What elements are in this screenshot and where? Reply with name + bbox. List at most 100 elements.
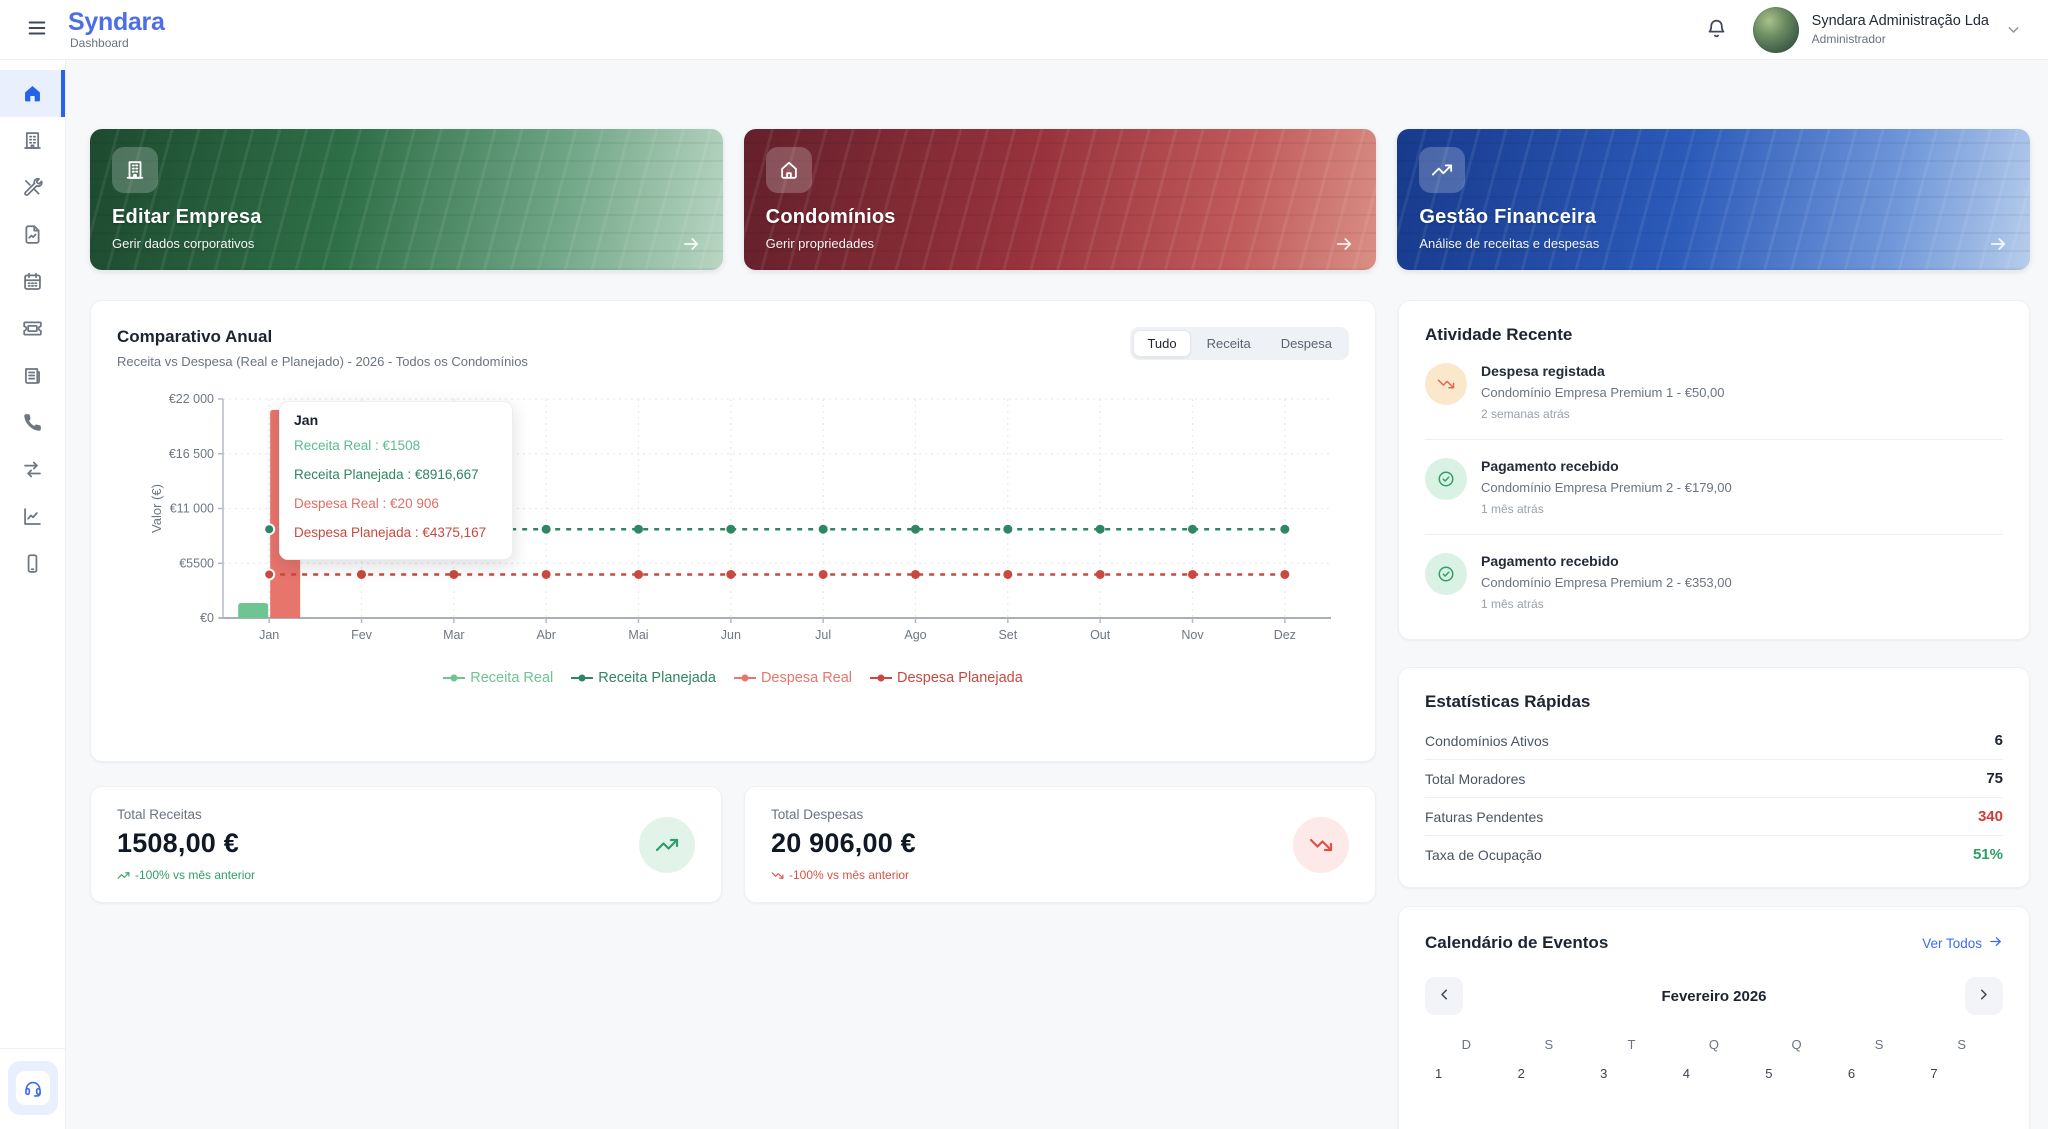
stat-row: Taxa de Ocupação51% [1425,836,2003,873]
chart-tab-despesa[interactable]: Despesa [1267,330,1346,357]
activity-time: 1 mês atrás [1481,597,1732,611]
sidebar-item-contactos[interactable] [0,399,65,446]
events-calendar-card: Calendário de Eventos Ver Todos Fevereir… [1398,906,2030,1129]
total-label: Total Despesas [771,807,916,822]
check-circle-icon [1425,458,1467,500]
sidebar-item-calendario[interactable] [0,258,65,305]
sidebar-footer [0,1048,65,1129]
stat-value: 75 [1986,770,2003,787]
legend-marker-icon [443,673,465,683]
sidebar-item-noticias[interactable] [0,352,65,399]
activity-info: Pagamento recebidoCondomínio Empresa Pre… [1481,553,1732,611]
calendar-title: Calendário de Eventos [1425,933,1608,953]
legend-label: Receita Real [470,670,553,686]
tools-icon [22,177,43,198]
legend-item-despesa-real[interactable]: Despesa Real [734,670,852,686]
calendar-day-6[interactable]: 6 [1838,1060,1921,1129]
legend-label: Despesa Real [761,670,852,686]
svg-text:Jun: Jun [721,628,741,642]
legend-item-receita-planejada[interactable]: Receita Planejada [571,670,716,686]
building-icon [22,130,43,151]
app-title: Syndara [68,9,165,35]
calendar-day-7[interactable]: 7 [1920,1060,2003,1129]
chart-tab-receita[interactable]: Receita [1193,330,1265,357]
calendar-icon [22,271,43,292]
total-change-text: -100% vs mês anterior [135,868,255,882]
main-grid: Comparativo Anual Receita vs Despesa (Re… [90,300,2030,1129]
next-month-button[interactable] [1965,977,2003,1015]
legend-item-despesa-planejada[interactable]: Despesa Planejada [870,670,1023,686]
legend-item-receita-real[interactable]: Receita Real [443,670,553,686]
svg-text:Abr: Abr [536,628,555,642]
hero-card-editar-empresa[interactable]: Editar EmpresaGerir dados corporativos [90,129,723,270]
sidebar-nav [0,70,65,587]
calendar-day-headers: DSTQQSS [1425,1037,2003,1052]
total-value: 20 906,00 € [771,828,916,859]
left-column: Comparativo Anual Receita vs Despesa (Re… [90,300,1376,1129]
view-all-link[interactable]: Ver Todos [1922,934,2003,952]
sidebar-item-manutencao[interactable] [0,164,65,211]
activity-item: Despesa registadaCondomínio Empresa Prem… [1425,345,2003,440]
right-column: Atividade Recente Despesa registadaCondo… [1398,300,2030,1129]
total-info: Total Receitas1508,00 €-100% vs mês ante… [117,807,255,882]
sidebar-item-documentos[interactable] [0,211,65,258]
calendar-header: Calendário de Eventos Ver Todos [1425,933,2003,953]
chart-tab-tudo[interactable]: Tudo [1133,330,1190,357]
calendar-day-4[interactable]: 4 [1673,1060,1756,1129]
user-menu[interactable]: Syndara Administração Lda Administrador [1812,13,2022,46]
calendar-month-label: Fevereiro 2026 [1661,988,1766,1005]
breadcrumb: Dashboard [70,36,165,50]
hero-subtitle: Análise de receitas e despesas [1419,236,2008,251]
sidebar-item-tickets[interactable] [0,305,65,352]
user-info: Syndara Administração Lda Administrador [1812,13,1989,46]
sidebar-item-app-movel[interactable] [0,540,65,587]
calendar-day-2[interactable]: 2 [1508,1060,1591,1129]
activity-title-text: Pagamento recebido [1481,458,1732,474]
tooltip-row: Receita Planejada : €8916,667 [294,460,498,489]
calendar-day-1[interactable]: 1 [1425,1060,1508,1129]
hero-content: CondomíniosGerir propriedades [766,147,1355,251]
chevron-down-icon [2005,21,2022,38]
activity-subtitle: Condomínio Empresa Premium 2 - €353,00 [1481,575,1732,590]
bell-icon [1706,18,1727,42]
stat-value: 51% [1973,846,2003,863]
support-button[interactable] [8,1061,58,1115]
sidebar-item-dashboard[interactable] [0,70,65,117]
prev-month-button[interactable] [1425,977,1463,1015]
hero-cards-row: Editar EmpresaGerir dados corporativos Co… [90,129,2030,270]
total-label: Total Receitas [117,807,255,822]
phone-icon [22,412,43,433]
avatar[interactable] [1753,7,1799,53]
legend-marker-icon [571,673,593,683]
svg-text:€16 500: €16 500 [169,447,214,461]
chart-header: Comparativo Anual Receita vs Despesa (Re… [117,327,1349,369]
user-name: Syndara Administração Lda [1812,13,1989,29]
day-header: S [1508,1037,1591,1052]
notifications-button[interactable] [1706,18,1727,42]
calendar-day-3[interactable]: 3 [1590,1060,1673,1129]
day-header: Q [1673,1037,1756,1052]
activity-title-text: Despesa registada [1481,363,1725,379]
chart-titles: Comparativo Anual Receita vs Despesa (Re… [117,327,528,369]
day-header: D [1425,1037,1508,1052]
hero-card-condominios[interactable]: CondomíniosGerir propriedades [744,129,1377,270]
hero-title: Gestão Financeira [1419,206,2008,229]
hero-content: Editar EmpresaGerir dados corporativos [112,147,701,251]
hero-card-gestao-financeira[interactable]: Gestão Financeira Análise de receitas e d… [1397,129,2030,270]
home-icon [22,83,43,104]
sidebar-item-relatorios[interactable] [0,493,65,540]
logo-block: Syndara Dashboard [68,9,165,50]
top-header: Syndara Dashboard Syndara Administração … [0,0,2048,60]
sidebar-item-transacoes[interactable] [0,446,65,493]
total-card-receitas: Total Receitas1508,00 €-100% vs mês ante… [90,786,722,903]
sidebar-item-condominios[interactable] [0,117,65,164]
file-chart-icon [22,224,43,245]
menu-button[interactable] [26,17,48,42]
calendar-day-5[interactable]: 5 [1755,1060,1838,1129]
svg-text:Jul: Jul [815,628,831,642]
svg-text:Fev: Fev [351,628,373,642]
svg-text:Nov: Nov [1181,628,1204,642]
trending-down-icon [1425,363,1467,405]
chart-filter-tabs: TudoReceitaDespesa [1130,327,1349,360]
hero-subtitle: Gerir propriedades [766,236,1355,251]
